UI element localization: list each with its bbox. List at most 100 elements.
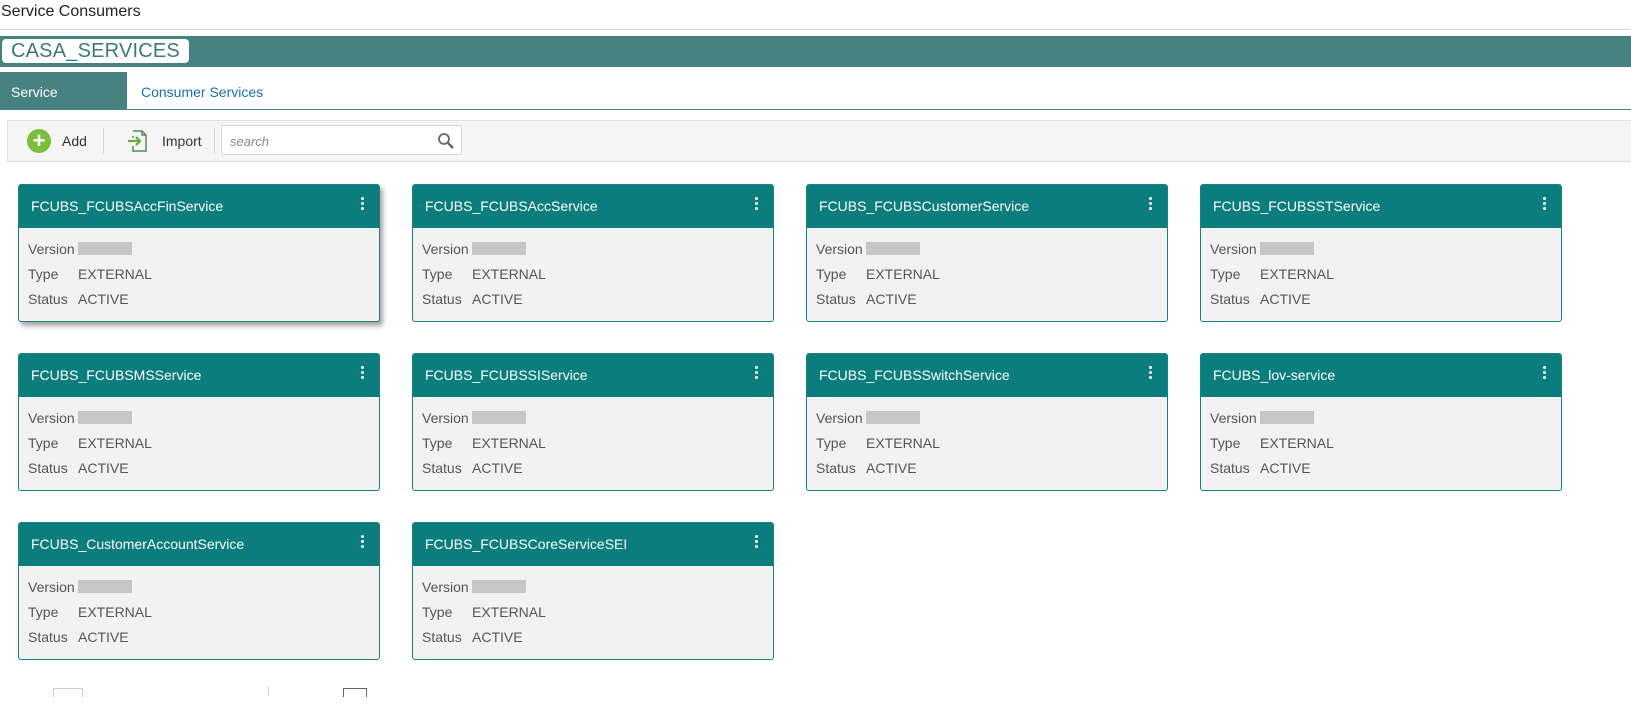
service-card[interactable]: FCUBS_FCUBSSIService Version Type EXTERNA… xyxy=(412,353,774,491)
version-label: Version xyxy=(28,409,75,426)
status-value: ACTIVE xyxy=(1260,290,1311,307)
toolbar: + Add Import xyxy=(7,120,1631,162)
more-options-icon[interactable] xyxy=(359,197,365,213)
type-value: EXTERNAL xyxy=(866,265,940,282)
redacted-value xyxy=(472,242,526,255)
redacted-value xyxy=(866,242,920,255)
card-header: FCUBS_lov-service xyxy=(1201,354,1561,397)
status-value: ACTIVE xyxy=(472,628,523,645)
more-options-icon[interactable] xyxy=(753,366,759,382)
status-label: Status xyxy=(816,290,856,307)
more-options-icon[interactable] xyxy=(1147,366,1153,382)
status-label: Status xyxy=(28,459,68,476)
more-options-icon[interactable] xyxy=(359,366,365,382)
type-label: Type xyxy=(1210,265,1241,282)
import-icon xyxy=(128,130,147,152)
card-title: FCUBS_FCUBSSIService xyxy=(425,367,588,383)
more-options-icon[interactable] xyxy=(359,535,365,551)
service-card[interactable]: FCUBS_CustomerAccountService Version Typ… xyxy=(18,522,380,660)
version-label: Version xyxy=(816,409,863,426)
card-title: FCUBS_lov-service xyxy=(1213,367,1336,383)
add-button[interactable]: + Add xyxy=(27,127,87,155)
version-label: Version xyxy=(28,578,75,595)
status-value: ACTIVE xyxy=(78,628,129,645)
status-value: ACTIVE xyxy=(78,290,129,307)
service-card[interactable]: FCUBS_FCUBSSwitchService Version Type EXT… xyxy=(806,353,1168,491)
type-label: Type xyxy=(1210,434,1241,451)
service-card[interactable]: FCUBS_FCUBSAccService Version Type EXTERN… xyxy=(412,184,774,322)
type-label: Type xyxy=(28,603,59,620)
type-label: Type xyxy=(816,265,847,282)
service-card[interactable]: FCUBS_FCUBSAccFinService Version Type EXT… xyxy=(18,184,380,322)
more-options-icon[interactable] xyxy=(1541,366,1547,382)
service-card[interactable]: FCUBS_lov-service Version Type EXTERNAL S… xyxy=(1200,353,1562,491)
status-value: ACTIVE xyxy=(1260,459,1311,476)
status-value: ACTIVE xyxy=(472,290,523,307)
type-value: EXTERNAL xyxy=(866,434,940,451)
type-label: Type xyxy=(422,603,453,620)
type-value: EXTERNAL xyxy=(472,434,546,451)
redacted-value xyxy=(472,411,526,424)
add-button-label: Add xyxy=(62,133,87,149)
redacted-value xyxy=(472,580,526,593)
tab-service-providers[interactable]: Service Providers xyxy=(0,72,127,140)
search-box xyxy=(221,125,462,155)
search-icon[interactable] xyxy=(437,132,455,150)
card-header: FCUBS_FCUBSSIService xyxy=(413,354,773,397)
context-chip: CASA_SERVICES xyxy=(2,39,189,63)
type-label: Type xyxy=(422,265,453,282)
card-title: FCUBS_CustomerAccountService xyxy=(31,536,245,552)
more-options-icon[interactable] xyxy=(753,197,759,213)
pagination-control[interactable] xyxy=(53,688,83,697)
type-label: Type xyxy=(816,434,847,451)
redacted-value xyxy=(1260,411,1314,424)
type-label: Type xyxy=(422,434,453,451)
status-label: Status xyxy=(422,628,462,645)
version-label: Version xyxy=(1210,409,1257,426)
version-label: Version xyxy=(1210,240,1257,257)
redacted-value xyxy=(866,411,920,424)
type-value: EXTERNAL xyxy=(1260,265,1334,282)
search-input[interactable] xyxy=(228,129,432,153)
service-card[interactable]: FCUBS_FCUBSCoreServiceSEI Version Type EX… xyxy=(412,522,774,660)
import-button[interactable]: Import xyxy=(126,127,202,155)
toolbar-divider xyxy=(103,128,104,154)
service-card[interactable]: FCUBS_FCUBSSTService Version Type EXTERNA… xyxy=(1200,184,1562,322)
type-value: EXTERNAL xyxy=(78,603,152,620)
status-value: ACTIVE xyxy=(472,459,523,476)
plus-icon: + xyxy=(27,129,51,153)
version-label: Version xyxy=(422,578,469,595)
more-options-icon[interactable] xyxy=(1147,197,1153,213)
status-label: Status xyxy=(1210,290,1250,307)
type-value: EXTERNAL xyxy=(78,265,152,282)
status-label: Status xyxy=(422,459,462,476)
more-options-icon[interactable] xyxy=(1541,197,1547,213)
version-label: Version xyxy=(422,409,469,426)
version-label: Version xyxy=(28,240,75,257)
card-title: FCUBS_FCUBSSTService xyxy=(1213,198,1381,214)
status-label: Status xyxy=(28,628,68,645)
card-header: FCUBS_FCUBSMSService xyxy=(19,354,379,397)
card-header: FCUBS_FCUBSAccService xyxy=(413,185,773,228)
more-options-icon[interactable] xyxy=(753,535,759,551)
page-size-control[interactable] xyxy=(343,688,367,697)
type-label: Type xyxy=(28,434,59,451)
status-label: Status xyxy=(816,459,856,476)
status-value: ACTIVE xyxy=(866,290,917,307)
service-card[interactable]: FCUBS_FCUBSCustomerService Version Type E… xyxy=(806,184,1168,322)
tab-bar: Service Providers Consumer Services xyxy=(0,72,1631,140)
import-button-label: Import xyxy=(162,133,202,149)
type-value: EXTERNAL xyxy=(78,434,152,451)
type-label: Type xyxy=(28,265,59,282)
context-banner: CASA_SERVICES xyxy=(0,36,1631,67)
status-value: ACTIVE xyxy=(78,459,129,476)
type-value: EXTERNAL xyxy=(472,603,546,620)
service-card[interactable]: FCUBS_FCUBSMSService Version Type EXTERNA… xyxy=(18,353,380,491)
card-title: FCUBS_FCUBSCustomerService xyxy=(819,198,1030,214)
redacted-value xyxy=(78,411,132,424)
card-header: FCUBS_FCUBSAccFinService xyxy=(19,185,379,228)
card-header: FCUBS_FCUBSSwitchService xyxy=(807,354,1167,397)
card-title: FCUBS_FCUBSMSService xyxy=(31,367,202,383)
toolbar-divider xyxy=(214,128,215,154)
tab-consumer-services[interactable]: Consumer Services xyxy=(130,72,274,109)
